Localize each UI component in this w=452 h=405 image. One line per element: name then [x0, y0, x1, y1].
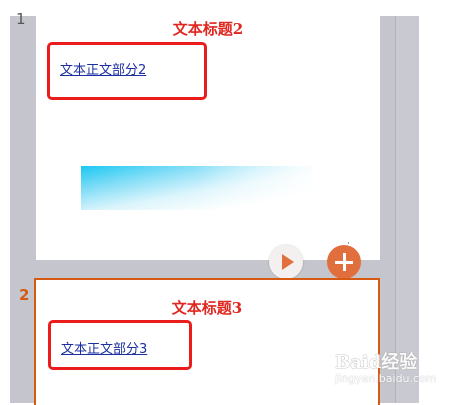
highlight-box-2 [48, 320, 192, 370]
watermark-url: jingyan.baidu.com [335, 372, 437, 385]
panel-scrollbar[interactable] [395, 16, 419, 403]
play-button[interactable] [269, 245, 303, 279]
slide-title: 文本标题3 [171, 299, 243, 317]
add-slide-button[interactable] [327, 245, 361, 279]
highlight-box-1 [47, 42, 207, 100]
gradient-shape [81, 166, 313, 210]
slide-number-2: 2 [19, 286, 30, 304]
slide-number-1: 1 [16, 10, 26, 28]
plus-icon [342, 253, 346, 271]
watermark-logo: Baid经验 [335, 352, 418, 373]
slide-title: 文本标题2 [172, 20, 244, 38]
play-icon [282, 254, 294, 270]
